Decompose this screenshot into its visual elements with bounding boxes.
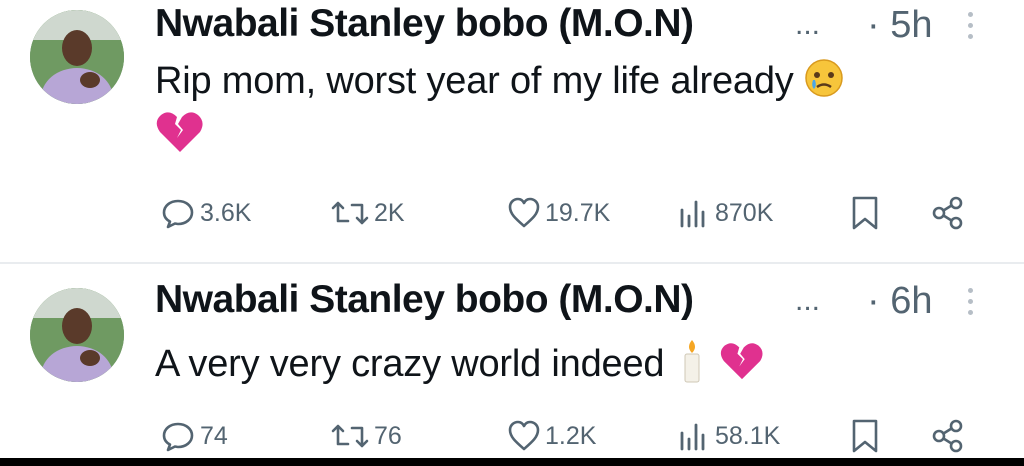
post-divider [0,262,1024,264]
post-text-line-2 [155,110,205,159]
repost-button[interactable]: 76 [330,416,402,456]
views-button[interactable]: 58.1K [677,416,780,456]
reply-icon [162,199,194,229]
like-button[interactable]: 19.7K [507,193,610,233]
bottom-bar [0,458,1024,466]
reply-count: 74 [200,421,228,450]
bookmark-button[interactable] [850,193,880,233]
heart-icon [508,197,540,228]
post-time[interactable]: · 6h [867,280,932,323]
views-count: 58.1K [715,421,781,450]
more-icon[interactable] [965,10,975,46]
post[interactable]: Nwabali Stanley bobo (M.O.N) ... · 6h A … [0,266,1024,458]
views-icon [680,200,705,228]
repost-icon [331,424,369,448]
share-button[interactable] [930,193,966,233]
views-button[interactable]: 870K [677,193,773,233]
post-text: Rip mom, worst year of my life already [155,58,844,108]
broken-heart-emoji [155,112,205,158]
more-icon[interactable] [965,286,975,322]
name-truncation: ... [795,8,821,41]
post-text-content: A very very crazy world indeed [155,343,665,386]
reply-count: 3.6K [200,198,252,227]
repost-count: 76 [374,421,402,450]
author-name[interactable]: Nwabali Stanley bobo (M.O.N) [155,2,694,46]
post-actions: 74 76 1.2K 58.1K [155,416,985,456]
like-count: 1.2K [545,421,597,450]
repost-icon [331,201,369,225]
post-actions: 3.6K 2K 19.7K 870K [155,193,985,233]
views-count: 870K [715,198,774,227]
name-truncation: ... [795,284,821,317]
avatar[interactable] [30,10,124,104]
reply-button[interactable]: 74 [160,416,228,456]
candle-emoji [675,338,709,394]
repost-button[interactable]: 2K [330,193,405,233]
bookmark-icon [852,196,878,230]
post[interactable]: Nwabali Stanley bobo (M.O.N) ... · 5h Ri… [0,0,1024,262]
post-text: A very very crazy world indeed [155,338,765,394]
reply-button[interactable]: 3.6K [160,193,251,233]
bookmark-button[interactable] [850,416,880,456]
like-count: 19.7K [545,198,611,227]
avatar[interactable] [30,288,124,382]
share-icon [932,196,963,230]
repost-count: 2K [374,198,405,227]
share-icon [932,419,963,453]
bookmark-icon [852,419,878,453]
reply-icon [162,422,194,452]
post-time[interactable]: · 5h [867,4,932,47]
author-name[interactable]: Nwabali Stanley bobo (M.O.N) [155,278,694,322]
heart-icon [508,420,540,451]
crying-face-emoji [804,58,844,108]
like-button[interactable]: 1.2K [507,416,596,456]
post-text-content: Rip mom, worst year of my life already [155,60,794,103]
share-button[interactable] [930,416,966,456]
broken-heart-emoji [719,341,765,391]
views-icon [680,423,705,451]
